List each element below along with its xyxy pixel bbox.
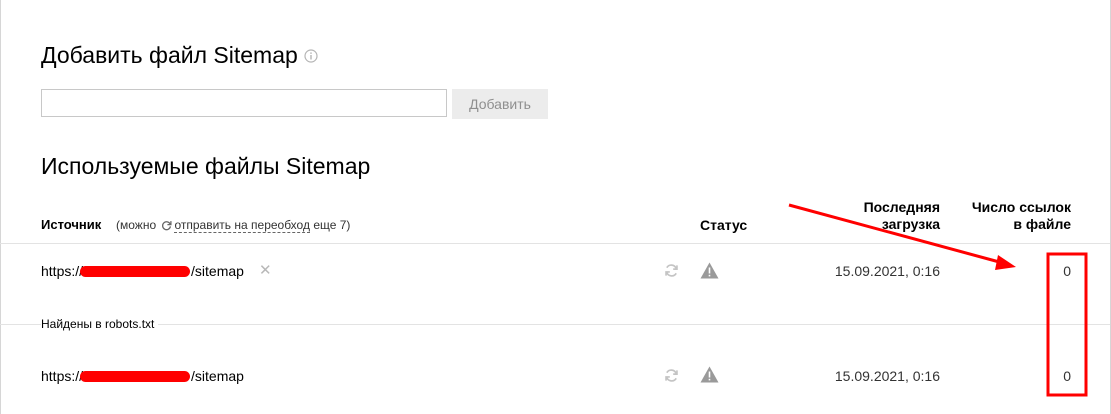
sitemap-url[interactable]: https:// /sitemap — [41, 367, 244, 385]
sitemap-url-suffix: /sitemap — [191, 368, 244, 384]
warning-icon — [700, 262, 719, 284]
sitemap-url[interactable]: https:// /sitemap — [41, 262, 244, 280]
sitemap-url-prefix: https:// — [41, 263, 84, 279]
refresh-icon[interactable] — [664, 263, 679, 283]
refresh-icon — [161, 219, 173, 235]
info-icon[interactable] — [304, 40, 318, 70]
recrawl-note-suffix: еще 7) — [313, 218, 351, 232]
recrawl-note: (можно отправить на переобход еще 7) — [116, 217, 350, 235]
column-header-last-upload-line2: загрузка — [881, 216, 940, 232]
last-upload-date: 15.09.2021, 0:16 — [834, 368, 940, 384]
column-header-source: Источник — [41, 217, 102, 232]
column-header-links-count: Число ссылок в файле — [950, 199, 1071, 233]
sitemap-url-suffix: /sitemap — [191, 263, 244, 279]
column-header-links-count-line1: Число ссылок — [971, 199, 1071, 215]
recrawl-link[interactable]: отправить на переобход — [174, 218, 310, 233]
links-count: 0 — [1063, 368, 1071, 384]
recrawl-note-prefix: (можно — [116, 218, 157, 232]
add-sitemap-heading: Добавить файл Sitemap — [41, 40, 318, 70]
table-header-divider — [0, 243, 1110, 244]
add-sitemap-title: Добавить файл Sitemap — [41, 42, 298, 68]
add-sitemap-button[interactable]: Добавить — [452, 89, 548, 119]
column-header-links-count-line2: в файле — [1013, 216, 1071, 232]
redaction-mark — [80, 266, 191, 277]
redaction-mark — [80, 371, 191, 382]
refresh-icon[interactable] — [664, 368, 679, 388]
links-count: 0 — [1063, 263, 1071, 279]
group-divider — [0, 324, 1110, 325]
sitemap-url-prefix: https:// — [41, 368, 84, 384]
group-label-robots: Найдены в robots.txt — [41, 316, 159, 332]
column-header-last-upload-line1: Последняя — [863, 199, 940, 215]
sitemap-url-input[interactable] — [41, 89, 447, 117]
frame-border-left — [0, 0, 1, 414]
column-header-last-upload: Последняя загрузка — [820, 199, 940, 233]
remove-icon[interactable]: ✕ — [259, 262, 272, 280]
used-sitemaps-heading: Используемые файлы Sitemap — [41, 153, 371, 179]
last-upload-date: 15.09.2021, 0:16 — [834, 263, 940, 279]
warning-icon — [700, 366, 719, 388]
column-header-status: Статус — [700, 217, 748, 233]
